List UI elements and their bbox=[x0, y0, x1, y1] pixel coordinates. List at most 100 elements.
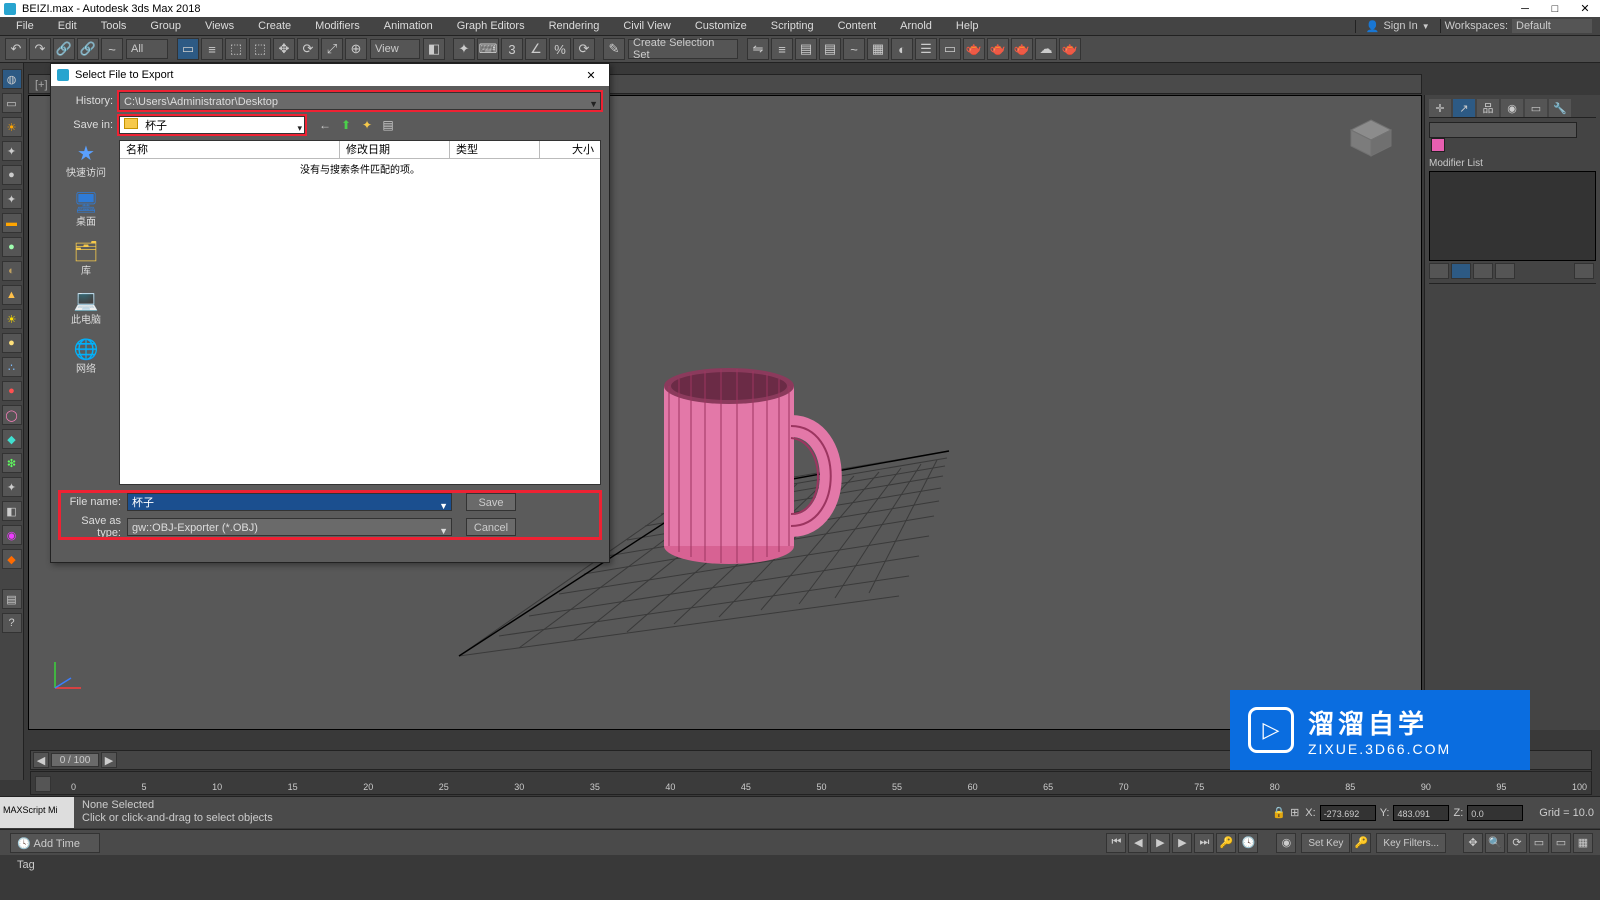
key-mode-button[interactable]: 🔑 bbox=[1216, 833, 1236, 853]
cmdtab-create[interactable]: ✛ bbox=[1429, 99, 1451, 117]
select-display-icon[interactable]: ▭ bbox=[2, 93, 22, 113]
nurbs-icon[interactable]: ◆ bbox=[2, 549, 22, 569]
key-filters-button[interactable]: Key Filters... bbox=[1376, 833, 1446, 853]
col-name[interactable]: 名称 bbox=[120, 141, 340, 158]
select-manipulate-button[interactable]: ✦ bbox=[453, 38, 475, 60]
selection-filter-combo[interactable]: All bbox=[126, 39, 168, 59]
minimize-button[interactable]: ─ bbox=[1510, 0, 1540, 17]
stack-remove-button[interactable] bbox=[1495, 263, 1515, 279]
rendered-frame-button[interactable]: ▭ bbox=[939, 38, 961, 60]
menu-arnold[interactable]: Arnold bbox=[888, 17, 944, 35]
nav-zoom-button[interactable]: 🔍 bbox=[1485, 833, 1505, 853]
window-crossing-button[interactable]: ⬚ bbox=[249, 38, 271, 60]
spacewarps-icon[interactable]: ◉ bbox=[2, 525, 22, 545]
stack-configure-button[interactable] bbox=[1574, 263, 1594, 279]
menu-help[interactable]: Help bbox=[944, 17, 991, 35]
teapot-icon[interactable]: ◐ bbox=[2, 261, 22, 281]
modifier-stack[interactable] bbox=[1429, 171, 1596, 261]
next-frame-button[interactable]: ▶ bbox=[1172, 833, 1192, 853]
track-bar[interactable]: 0 5 10 15 20 25 30 35 40 45 50 55 60 65 … bbox=[30, 771, 1592, 795]
col-type[interactable]: 类型 bbox=[450, 141, 540, 158]
render-iterative-button[interactable]: 🫖 bbox=[987, 38, 1009, 60]
goto-end-button[interactable]: ⏭ bbox=[1194, 833, 1214, 853]
timeslider-next-button[interactable]: ▶ bbox=[101, 752, 117, 768]
cone-icon[interactable]: ▲ bbox=[2, 285, 22, 305]
new-folder-button[interactable]: ✦ bbox=[358, 116, 376, 134]
savetype-dropdown[interactable]: gw::OBJ-Exporter (*.OBJ) ▼ bbox=[127, 518, 452, 536]
set-key-button[interactable]: Set Key bbox=[1301, 833, 1350, 853]
menu-scripting[interactable]: Scripting bbox=[759, 17, 826, 35]
torus-icon[interactable]: ◯ bbox=[2, 405, 22, 425]
link-button[interactable]: 🔗 bbox=[53, 38, 75, 60]
particles-icon[interactable]: ∴ bbox=[2, 357, 22, 377]
play-button[interactable]: ▶ bbox=[1150, 833, 1170, 853]
menu-customize[interactable]: Customize bbox=[683, 17, 759, 35]
back-button[interactable]: ← bbox=[316, 116, 334, 134]
coords-icon[interactable]: ⊞ bbox=[1290, 806, 1299, 819]
angle-snap-button[interactable]: ∠ bbox=[525, 38, 547, 60]
lock-icon[interactable]: 🔒 bbox=[1272, 806, 1286, 819]
menu-views[interactable]: Views bbox=[193, 17, 246, 35]
maximize-button[interactable]: □ bbox=[1540, 0, 1570, 17]
layer-explorer-button[interactable]: ▤ bbox=[795, 38, 817, 60]
toggle-ribbon-button[interactable]: ▤ bbox=[819, 38, 841, 60]
geosphere-icon[interactable]: ● bbox=[2, 237, 22, 257]
maxscript-mini-listener[interactable]: MAXScript Mi bbox=[0, 797, 74, 828]
stack-show-button[interactable] bbox=[1451, 263, 1471, 279]
menu-group[interactable]: Group bbox=[138, 17, 193, 35]
move-button[interactable]: ✥ bbox=[273, 38, 295, 60]
helpers-icon[interactable]: ✦ bbox=[2, 477, 22, 497]
layer-icon[interactable]: ▤ bbox=[2, 589, 22, 609]
named-sel-combo[interactable]: Create Selection Set bbox=[628, 39, 738, 59]
light-icon[interactable]: ☀ bbox=[2, 117, 22, 137]
x-field[interactable]: -273.692 bbox=[1320, 805, 1376, 821]
menu-modifiers[interactable]: Modifiers bbox=[303, 17, 372, 35]
nav-orbit-button[interactable]: ⟳ bbox=[1507, 833, 1527, 853]
stack-unique-button[interactable] bbox=[1473, 263, 1493, 279]
snap-toggle-button[interactable]: 3 bbox=[501, 38, 523, 60]
col-size[interactable]: 大小 bbox=[540, 141, 600, 158]
trackbar-open-button[interactable] bbox=[35, 776, 51, 792]
menu-civilview[interactable]: Civil View bbox=[611, 17, 682, 35]
stack-pin-button[interactable] bbox=[1429, 263, 1449, 279]
select-object-button[interactable]: ▭ bbox=[177, 38, 199, 60]
dialog-close-button[interactable]: ✕ bbox=[579, 69, 603, 82]
material-editor-button[interactable]: ◐ bbox=[891, 38, 913, 60]
standard-primitives-icon[interactable]: ◍ bbox=[2, 69, 22, 89]
nav-zoom-ext-button[interactable]: ▭ bbox=[1529, 833, 1549, 853]
plane-icon[interactable]: ❇ bbox=[2, 453, 22, 473]
spinner-snap-button[interactable]: ⟳ bbox=[573, 38, 595, 60]
nav-maximize-button[interactable]: ▦ bbox=[1573, 833, 1593, 853]
omni-light-icon[interactable]: ☀ bbox=[2, 309, 22, 329]
prev-frame-button[interactable]: ◀ bbox=[1128, 833, 1148, 853]
views-button[interactable]: ▤ bbox=[379, 116, 397, 134]
sphere-icon[interactable]: ● bbox=[2, 165, 22, 185]
cmdtab-modify[interactable]: ↗ bbox=[1453, 99, 1475, 117]
render-setup-button[interactable]: ☰ bbox=[915, 38, 937, 60]
file-list[interactable]: 名称 修改日期 类型 大小 没有与搜索条件匹配的项。 bbox=[119, 140, 601, 485]
pyramid-icon[interactable]: ◆ bbox=[2, 429, 22, 449]
cmdtab-motion[interactable]: ◉ bbox=[1501, 99, 1523, 117]
menu-animation[interactable]: Animation bbox=[372, 17, 445, 35]
select-rect-button[interactable]: ⬚ bbox=[225, 38, 247, 60]
place-library[interactable]: 🗂库 bbox=[59, 240, 113, 277]
bind-space-warp-button[interactable]: ~ bbox=[101, 38, 123, 60]
percent-snap-button[interactable]: % bbox=[549, 38, 571, 60]
placement-button[interactable]: ⊕ bbox=[345, 38, 367, 60]
use-pivot-button[interactable]: ◧ bbox=[423, 38, 445, 60]
auto-key-button[interactable]: ◉ bbox=[1276, 833, 1296, 853]
place-desktop[interactable]: 🖥桌面 bbox=[59, 191, 113, 228]
unlink-button[interactable]: 🔗 bbox=[77, 38, 99, 60]
time-config-button[interactable]: 🕓 bbox=[1238, 833, 1258, 853]
curve-editor-button[interactable]: ~ bbox=[843, 38, 865, 60]
time-tag-button[interactable]: 🕓 Add Time Tag bbox=[10, 833, 100, 853]
dialog-titlebar[interactable]: Select File to Export ✕ bbox=[51, 64, 609, 86]
goto-start-button[interactable]: ⏮ bbox=[1106, 833, 1126, 853]
menu-grapheditors[interactable]: Graph Editors bbox=[445, 17, 537, 35]
save-button[interactable]: Save bbox=[466, 493, 516, 511]
box-icon[interactable]: ▬ bbox=[2, 213, 22, 233]
viewport-tab-prefix[interactable]: [+] bbox=[35, 79, 48, 91]
lights-icon[interactable]: ✦ bbox=[2, 141, 22, 161]
tube-icon[interactable]: ● bbox=[2, 381, 22, 401]
object-color-swatch[interactable] bbox=[1431, 138, 1445, 152]
